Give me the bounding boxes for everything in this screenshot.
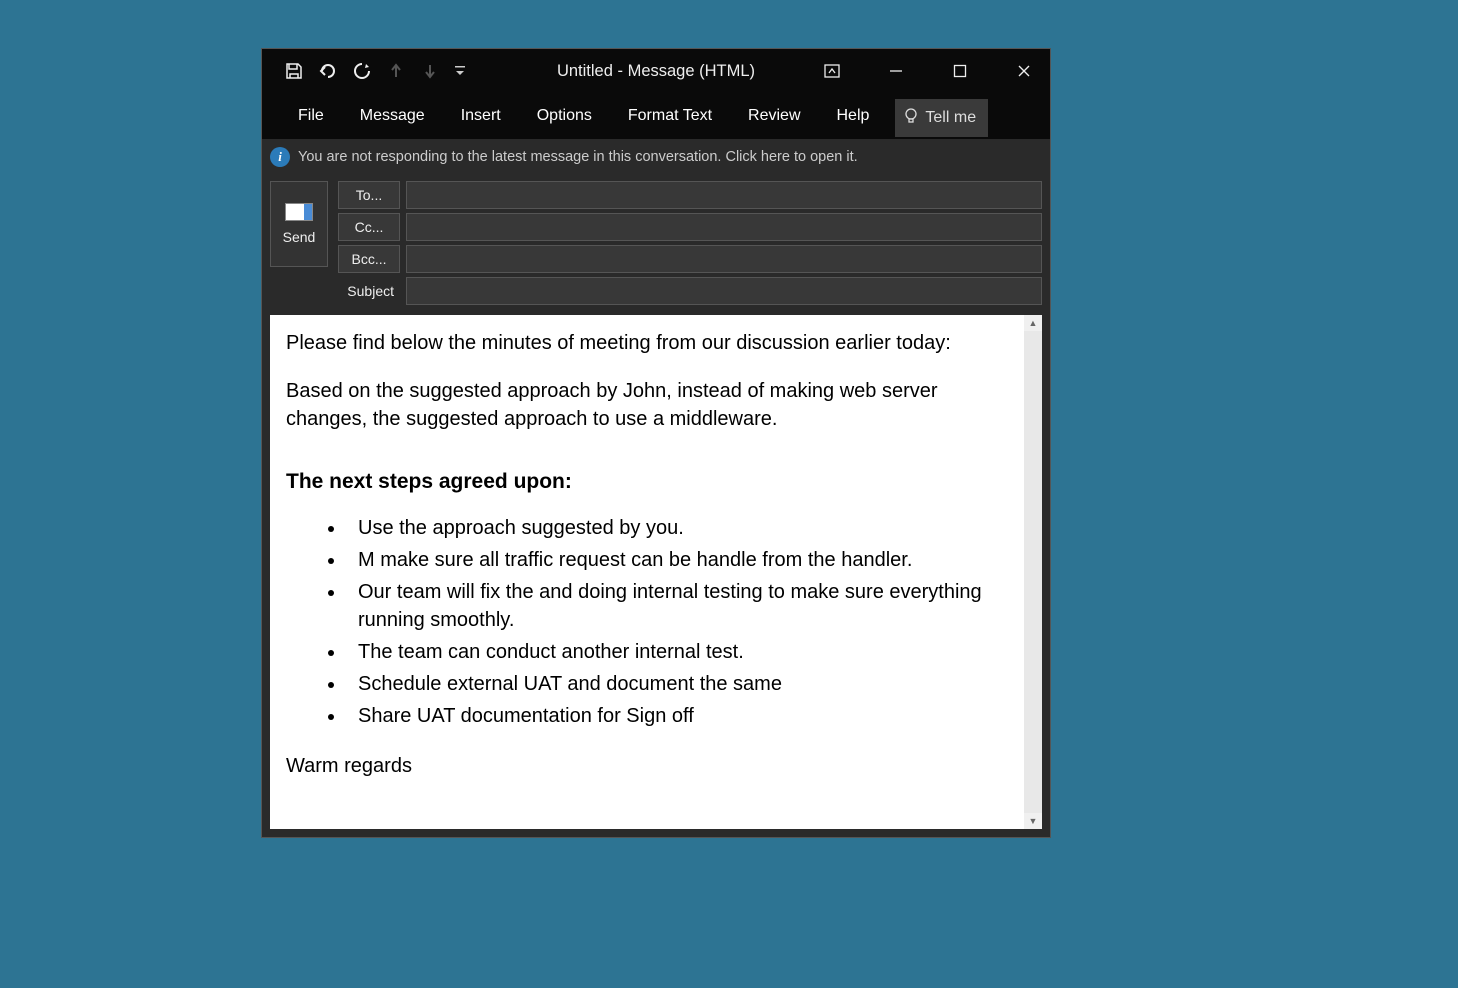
info-icon: i <box>270 147 290 167</box>
send-button[interactable]: Send <box>270 181 328 267</box>
bcc-button[interactable]: Bcc... <box>338 245 400 273</box>
undo-icon[interactable] <box>318 61 338 81</box>
subject-input[interactable] <box>406 277 1042 305</box>
bcc-input[interactable] <box>406 245 1042 273</box>
body-paragraph: Please find below the minutes of meeting… <box>286 329 1008 357</box>
tab-message[interactable]: Message <box>342 93 443 139</box>
info-bar[interactable]: i You are not responding to the latest m… <box>262 139 1050 175</box>
list-item: M make sure all traffic request can be h… <box>346 546 1008 574</box>
tab-insert[interactable]: Insert <box>443 93 519 139</box>
list-item: Use the approach suggested by you. <box>346 514 1008 542</box>
list-item: Share UAT documentation for Sign off <box>346 702 1008 730</box>
tell-me-search[interactable]: Tell me <box>895 99 988 137</box>
to-input[interactable] <box>406 181 1042 209</box>
save-icon[interactable] <box>284 61 304 81</box>
scroll-down-icon[interactable]: ▼ <box>1024 813 1042 829</box>
message-header: Send To... Cc... Bcc... Subject <box>262 175 1050 315</box>
redo-icon[interactable] <box>352 61 372 81</box>
qat-customize-icon[interactable] <box>454 61 466 81</box>
list-item: Schedule external UAT and document the s… <box>346 670 1008 698</box>
body-paragraph: Based on the suggested approach by John,… <box>286 377 1008 433</box>
body-closing: Warm regards <box>286 752 1008 780</box>
window-title: Untitled - Message (HTML) <box>557 62 755 81</box>
tab-review[interactable]: Review <box>730 93 818 139</box>
compose-window: Untitled - Message (HTML) File Message I… <box>261 48 1051 838</box>
previous-icon <box>386 61 406 81</box>
tab-file[interactable]: File <box>280 93 342 139</box>
scrollbar[interactable]: ▲ ▼ <box>1024 315 1042 829</box>
tab-options[interactable]: Options <box>519 93 610 139</box>
tell-me-label: Tell me <box>925 109 976 127</box>
message-body[interactable]: Please find below the minutes of meeting… <box>270 315 1024 829</box>
window-controls <box>814 49 1042 93</box>
recipient-fields: To... Cc... Bcc... Subject <box>338 181 1042 305</box>
cc-input[interactable] <box>406 213 1042 241</box>
ribbon-display-icon[interactable] <box>814 53 850 89</box>
list-item: Our team will fix the and doing internal… <box>346 578 1008 634</box>
titlebar: Untitled - Message (HTML) <box>262 49 1050 93</box>
body-wrapper: Please find below the minutes of meeting… <box>262 315 1050 837</box>
info-text: You are not responding to the latest mes… <box>298 149 858 165</box>
quick-access-toolbar <box>262 61 466 81</box>
to-button[interactable]: To... <box>338 181 400 209</box>
next-icon <box>420 61 440 81</box>
scroll-up-icon[interactable]: ▲ <box>1024 315 1042 331</box>
body-heading: The next steps agreed upon: <box>286 467 1008 496</box>
envelope-icon <box>285 203 313 221</box>
list-item: The team can conduct another internal te… <box>346 638 1008 666</box>
minimize-button[interactable] <box>878 53 914 89</box>
ribbon: File Message Insert Options Format Text … <box>262 93 1050 139</box>
body-list: Use the approach suggested by you. M mak… <box>286 514 1008 730</box>
tab-help[interactable]: Help <box>819 93 888 139</box>
close-button[interactable] <box>1006 53 1042 89</box>
tab-format-text[interactable]: Format Text <box>610 93 730 139</box>
cc-button[interactable]: Cc... <box>338 213 400 241</box>
maximize-button[interactable] <box>942 53 978 89</box>
subject-label: Subject <box>338 277 400 305</box>
send-label: Send <box>283 229 316 245</box>
lightbulb-icon <box>903 107 919 130</box>
